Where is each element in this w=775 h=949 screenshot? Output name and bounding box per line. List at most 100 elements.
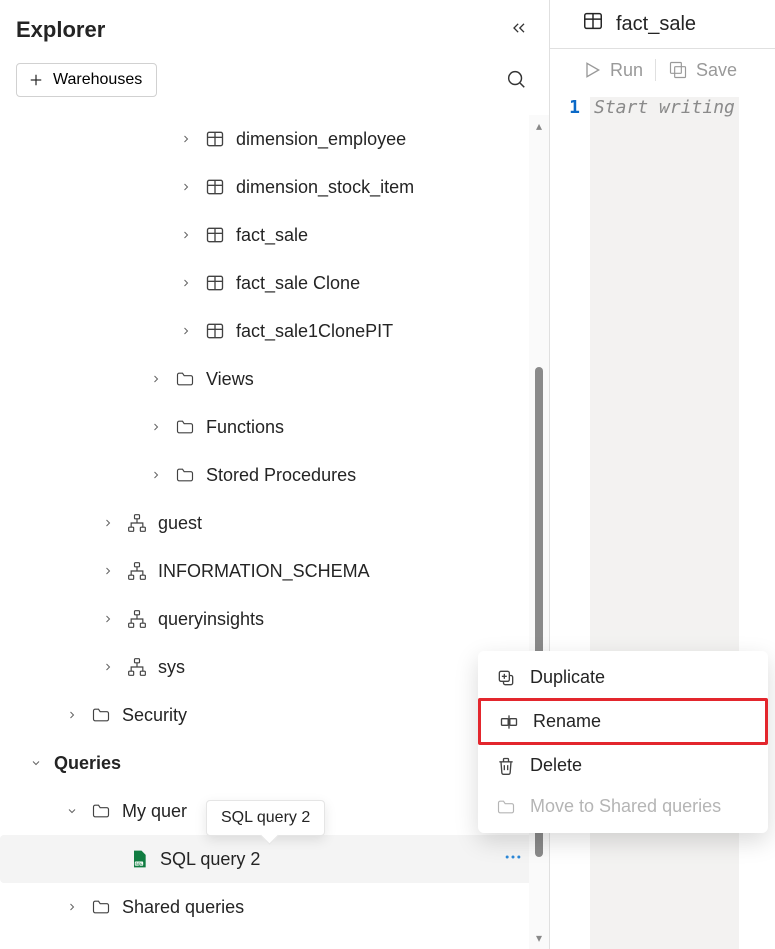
tree-item-schema[interactable]: guest: [0, 499, 541, 547]
schema-icon: [126, 561, 148, 581]
toolbar-separator: [655, 59, 656, 81]
run-button[interactable]: Run: [582, 60, 643, 81]
schema-label: sys: [158, 657, 185, 678]
tree-item-table[interactable]: fact_sale1ClonePIT: [0, 307, 541, 355]
chevrons-left-icon: [509, 18, 529, 38]
more-options-button[interactable]: [499, 843, 527, 876]
schema-icon: [126, 657, 148, 677]
folder-icon: [174, 369, 196, 389]
tree-item-views[interactable]: Views: [0, 355, 541, 403]
table-label: fact_sale Clone: [236, 273, 360, 294]
ctx-delete[interactable]: Delete: [478, 745, 768, 786]
table-label: dimension_employee: [236, 129, 406, 150]
chevron-down-icon: [64, 805, 80, 817]
folder-icon: [174, 417, 196, 437]
table-label: fact_sale1ClonePIT: [236, 321, 393, 342]
shared-queries-label: Shared queries: [122, 897, 244, 918]
views-label: Views: [206, 369, 254, 390]
warehouses-label: Warehouses: [53, 71, 142, 89]
schema-icon: [126, 609, 148, 629]
collapse-explorer-button[interactable]: [505, 14, 533, 45]
chevron-right-icon: [178, 133, 194, 145]
rename-icon: [499, 712, 519, 732]
run-label: Run: [610, 60, 643, 81]
explorer-header: Explorer: [0, 0, 549, 59]
ctx-rename[interactable]: Rename: [478, 698, 768, 745]
ctx-move-label: Move to Shared queries: [530, 796, 721, 817]
tab-label: fact_sale: [616, 13, 696, 36]
queries-label: Queries: [54, 753, 121, 774]
security-label: Security: [122, 705, 187, 726]
tooltip-text: SQL query 2: [221, 809, 310, 826]
chevron-right-icon: [100, 565, 116, 577]
play-icon: [582, 60, 602, 80]
tooltip: SQL query 2: [206, 800, 325, 836]
tree-item-table[interactable]: fact_sale: [0, 211, 541, 259]
ctx-move-shared: Move to Shared queries: [478, 786, 768, 827]
folder-icon: [90, 801, 112, 821]
editor-tab[interactable]: fact_sale: [582, 10, 696, 38]
search-button[interactable]: [501, 64, 531, 97]
schema-label: INFORMATION_SCHEMA: [158, 561, 370, 582]
functions-label: Functions: [206, 417, 284, 438]
table-label: fact_sale: [236, 225, 308, 246]
table-icon: [204, 321, 226, 341]
folder-icon: [174, 465, 196, 485]
chevron-right-icon: [178, 277, 194, 289]
more-icon: [503, 847, 523, 867]
search-icon: [505, 68, 527, 90]
tree-section-queries[interactable]: Queries: [0, 739, 541, 787]
ctx-duplicate[interactable]: Duplicate: [478, 657, 768, 698]
chevron-right-icon: [178, 229, 194, 241]
tree-item-schema[interactable]: INFORMATION_SCHEMA: [0, 547, 541, 595]
folder-icon: [90, 897, 112, 917]
schema-label: queryinsights: [158, 609, 264, 630]
sql-query-label: SQL query 2: [160, 849, 260, 870]
tree-item-shared-queries[interactable]: Shared queries: [0, 883, 541, 931]
tree-item-functions[interactable]: Functions: [0, 403, 541, 451]
folder-icon: [496, 797, 516, 817]
ctx-delete-label: Delete: [530, 755, 582, 776]
chevron-right-icon: [178, 325, 194, 337]
explorer-subheader: Warehouses: [0, 59, 549, 115]
tree-item-table[interactable]: fact_sale Clone: [0, 259, 541, 307]
delete-icon: [496, 756, 516, 776]
ctx-duplicate-label: Duplicate: [530, 667, 605, 688]
schema-icon: [126, 513, 148, 533]
duplicate-icon: [496, 668, 516, 688]
chevron-right-icon: [148, 373, 164, 385]
table-icon: [204, 225, 226, 245]
my-queries-label: My quer: [122, 801, 187, 822]
table-icon: [582, 10, 604, 38]
folder-icon: [90, 705, 112, 725]
chevron-right-icon: [100, 517, 116, 529]
save-label: Save: [696, 60, 737, 81]
chevron-right-icon: [148, 421, 164, 433]
table-icon: [204, 273, 226, 293]
table-label: dimension_stock_item: [236, 177, 414, 198]
table-icon: [204, 129, 226, 149]
chevron-right-icon: [100, 661, 116, 673]
chevron-right-icon: [178, 181, 194, 193]
table-icon: [204, 177, 226, 197]
tree-item-security[interactable]: Security: [0, 691, 541, 739]
tree-item-table[interactable]: dimension_stock_item: [0, 163, 541, 211]
sql-file-icon: SQL: [128, 849, 150, 869]
explorer-title: Explorer: [16, 17, 105, 43]
scroll-down-icon[interactable]: ▾: [536, 931, 542, 945]
ctx-rename-label: Rename: [533, 711, 601, 732]
chevron-right-icon: [64, 901, 80, 913]
scroll-up-icon[interactable]: ▴: [536, 119, 542, 133]
svg-text:SQL: SQL: [135, 862, 143, 866]
plus-icon: [27, 71, 45, 89]
chevron-right-icon: [148, 469, 164, 481]
add-warehouses-button[interactable]: Warehouses: [16, 63, 157, 97]
sprocs-label: Stored Procedures: [206, 465, 356, 486]
tree-item-schema[interactable]: sys: [0, 643, 541, 691]
schema-label: guest: [158, 513, 202, 534]
tree-item-stored-procedures[interactable]: Stored Procedures: [0, 451, 541, 499]
tree-item-table[interactable]: dimension_employee: [0, 115, 541, 163]
save-button[interactable]: Save: [668, 60, 737, 81]
chevron-right-icon: [64, 709, 80, 721]
tree-item-schema[interactable]: queryinsights: [0, 595, 541, 643]
